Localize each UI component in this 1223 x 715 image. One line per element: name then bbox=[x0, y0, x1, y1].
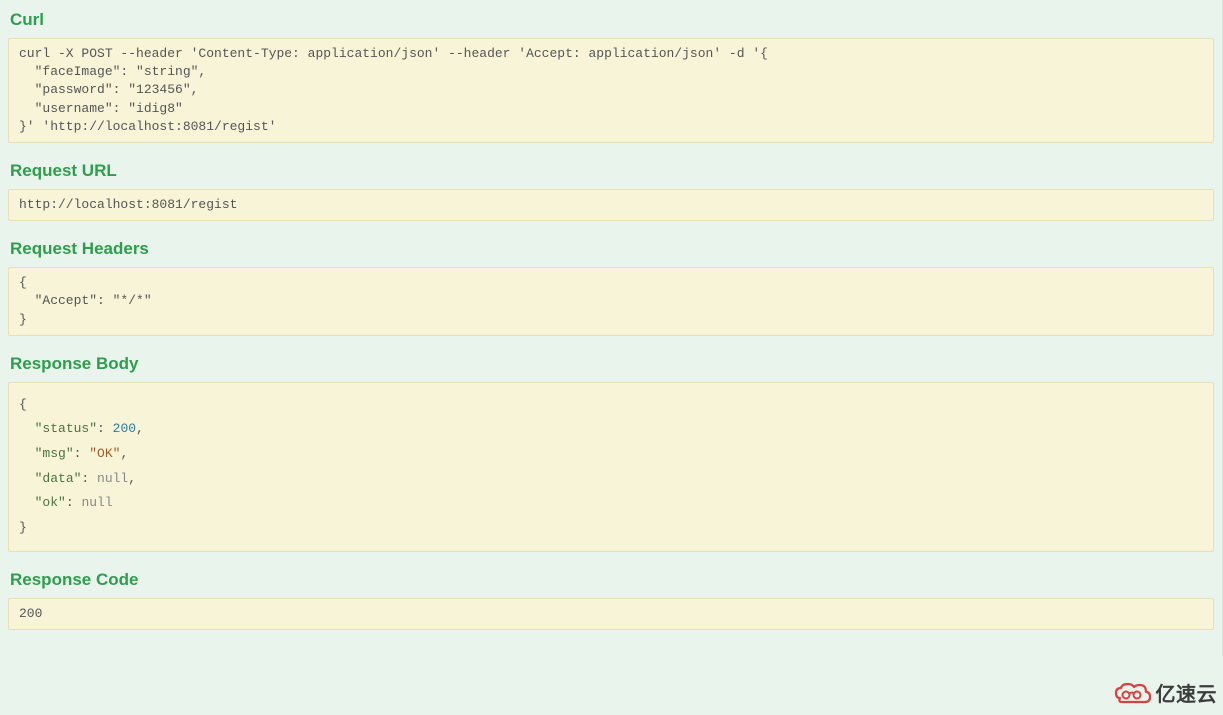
request-url-title: Request URL bbox=[8, 161, 1214, 181]
watermark-logo-icon bbox=[1112, 680, 1152, 706]
curl-code-block[interactable]: curl -X POST --header 'Content-Type: app… bbox=[8, 38, 1214, 143]
watermark: 亿速云 bbox=[1112, 678, 1218, 707]
response-code-block[interactable]: 200 bbox=[8, 598, 1214, 630]
request-url-block[interactable]: http://localhost:8081/regist bbox=[8, 189, 1214, 221]
request-headers-title: Request Headers bbox=[8, 239, 1214, 259]
response-body-block[interactable]: { "status": 200, "msg": "OK", "data": nu… bbox=[8, 382, 1214, 552]
watermark-text: 亿速云 bbox=[1156, 678, 1218, 707]
response-code-title: Response Code bbox=[8, 570, 1214, 590]
swagger-response-panel: Curl curl -X POST --header 'Content-Type… bbox=[0, 0, 1223, 656]
request-headers-block[interactable]: { "Accept": "*/*" } bbox=[8, 267, 1214, 336]
response-body-title: Response Body bbox=[8, 354, 1214, 374]
curl-section-title: Curl bbox=[8, 10, 1214, 30]
